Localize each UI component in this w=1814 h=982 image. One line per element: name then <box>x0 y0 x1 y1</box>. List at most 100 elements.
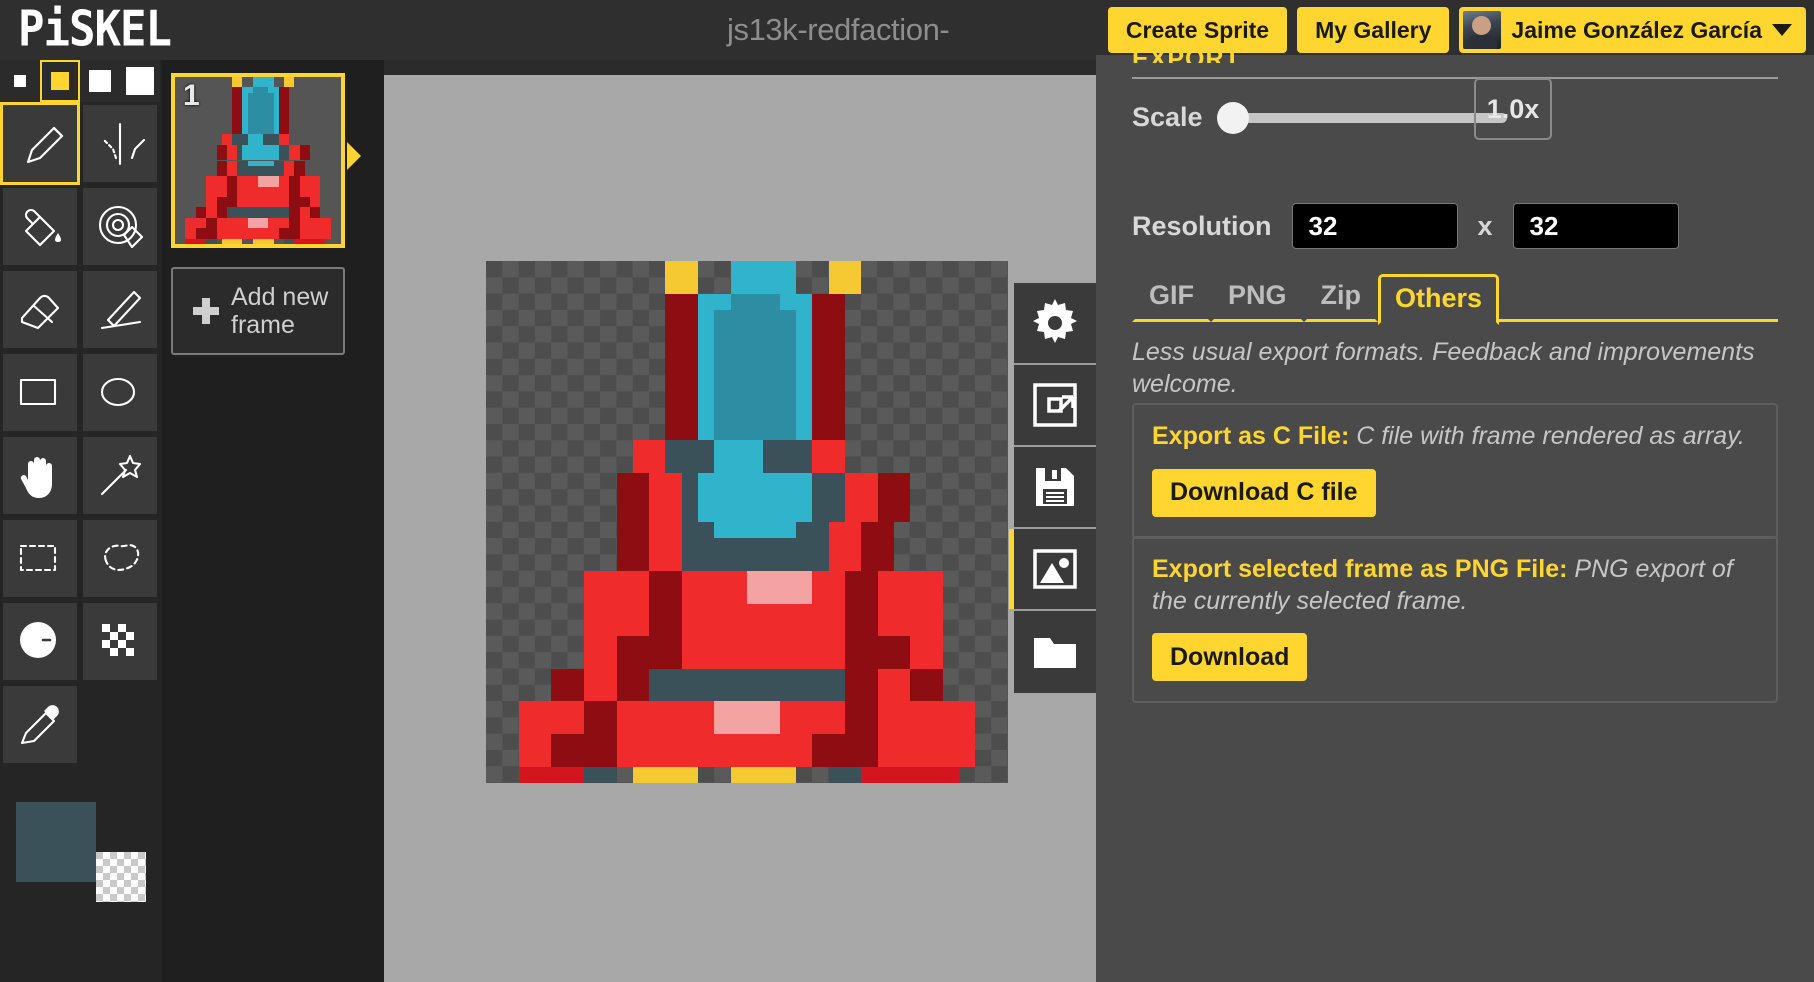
sprite-pixel[interactable] <box>730 522 747 539</box>
sprite-pixel[interactable] <box>910 734 927 751</box>
sprite-pixel[interactable] <box>518 766 535 783</box>
sprite-pixel[interactable] <box>926 603 943 620</box>
lasso-select-tool[interactable] <box>80 517 160 600</box>
sprite-pixel[interactable] <box>877 652 894 669</box>
sprite-pixel[interactable] <box>894 408 910 424</box>
sprite-pixel[interactable] <box>910 685 927 702</box>
sprite-pixel[interactable] <box>779 766 796 783</box>
sprite-pixel[interactable] <box>535 294 551 310</box>
sprite-pixel[interactable] <box>600 685 617 702</box>
sprite-pixel[interactable] <box>486 392 502 408</box>
sprite-pixel[interactable] <box>665 456 682 474</box>
sprite-pixel[interactable] <box>698 554 715 571</box>
sprite-pixel[interactable] <box>600 587 617 604</box>
sprite-pixel[interactable] <box>568 489 584 505</box>
sprite-pixel[interactable] <box>828 440 845 457</box>
sprite-pixel[interactable] <box>992 669 1008 685</box>
sprite-pixel[interactable] <box>893 489 911 506</box>
sprite-pixel[interactable] <box>698 619 715 637</box>
sprite-pixel[interactable] <box>747 293 764 310</box>
sprite-pixel[interactable] <box>584 555 600 571</box>
sprite-pixel[interactable] <box>698 261 714 277</box>
sprite-pixel[interactable] <box>632 766 650 783</box>
sprite-pixel[interactable] <box>894 343 910 359</box>
sprite-pixel[interactable] <box>795 554 813 571</box>
sprite-pixel[interactable] <box>616 701 633 718</box>
scale-slider[interactable] <box>1216 101 1507 134</box>
sprite-pixel[interactable] <box>616 717 633 735</box>
sprite-pixel[interactable] <box>535 555 551 571</box>
sprite-pixel[interactable] <box>992 701 1008 717</box>
sprite-pixel[interactable] <box>632 587 650 604</box>
sprite-pixel[interactable] <box>926 489 942 505</box>
sprite-pixel[interactable] <box>992 457 1008 473</box>
sprite-pixel[interactable] <box>992 571 1008 587</box>
sprite-pixel[interactable] <box>584 408 600 424</box>
sprite-pixel[interactable] <box>845 440 861 456</box>
sprite-pixel[interactable] <box>975 375 991 391</box>
sprite-pixel[interactable] <box>747 538 764 555</box>
sprite-pixel[interactable] <box>828 766 845 783</box>
sprite-pixel[interactable] <box>584 473 600 489</box>
sprite-pixel[interactable] <box>959 522 975 538</box>
sprite-pixel[interactable] <box>959 489 975 505</box>
sprite-pixel[interactable] <box>730 750 747 767</box>
sprite-pixel[interactable] <box>959 555 975 571</box>
sprite-pixel[interactable] <box>959 310 975 326</box>
sprite-pixel[interactable] <box>617 261 633 277</box>
sprite-pixel[interactable] <box>747 277 764 294</box>
sprite-canvas[interactable] <box>486 261 1008 783</box>
sprite-pixel[interactable] <box>812 619 829 637</box>
sprite-pixel[interactable] <box>486 685 502 701</box>
sprite-pixel[interactable] <box>649 766 666 783</box>
sprite-pixel[interactable] <box>600 457 616 473</box>
sprite-pixel[interactable] <box>730 685 747 702</box>
sprite-pixel[interactable] <box>632 717 650 735</box>
sprite-pixel[interactable] <box>535 489 551 505</box>
sprite-pixel[interactable] <box>975 604 991 620</box>
sprite-pixel[interactable] <box>568 424 584 440</box>
sprite-pixel[interactable] <box>992 604 1008 620</box>
sprite-pixel[interactable] <box>551 326 567 342</box>
sprite-pixel[interactable] <box>519 489 535 505</box>
sprite-pixel[interactable] <box>992 734 1008 750</box>
sprite-pixel[interactable] <box>747 261 764 278</box>
sprite-pixel[interactable] <box>747 375 764 392</box>
sprite-pixel[interactable] <box>828 652 845 669</box>
sprite-pixel[interactable] <box>617 767 633 783</box>
sprite-pixel[interactable] <box>763 734 780 751</box>
sprite-pixel[interactable] <box>568 604 584 620</box>
sprite-pixel[interactable] <box>714 685 731 702</box>
sprite-pixel[interactable] <box>861 359 877 375</box>
sprite-pixel[interactable] <box>486 587 502 603</box>
sprite-pixel[interactable] <box>763 391 780 408</box>
sprite-pixel[interactable] <box>926 701 943 718</box>
sprite-pixel[interactable] <box>665 636 682 653</box>
sprite-pixel[interactable] <box>681 391 699 408</box>
sprite-pixel[interactable] <box>910 310 926 326</box>
sprite-pixel[interactable] <box>812 293 829 310</box>
sprite-pixel[interactable] <box>943 424 959 440</box>
sprite-pixel[interactable] <box>551 587 567 603</box>
sprite-pixel[interactable] <box>992 489 1008 505</box>
sprite-pixel[interactable] <box>600 408 616 424</box>
sprite-pixel[interactable] <box>975 620 991 636</box>
sprite-pixel[interactable] <box>535 424 551 440</box>
sprite-pixel[interactable] <box>828 636 845 653</box>
sprite-pixel[interactable] <box>616 489 633 506</box>
sprite-pixel[interactable] <box>600 294 616 310</box>
sprite-pixel[interactable] <box>502 326 518 342</box>
sprite-pixel[interactable] <box>519 277 535 293</box>
sprite-pixel[interactable] <box>535 685 551 701</box>
sprite-pixel[interactable] <box>844 277 862 294</box>
sprite-pixel[interactable] <box>910 522 926 538</box>
sprite-pixel[interactable] <box>730 538 747 555</box>
sprite-pixel[interactable] <box>502 440 518 456</box>
eraser-tool[interactable] <box>0 268 80 351</box>
sprite-pixel[interactable] <box>795 603 813 620</box>
sprite-pixel[interactable] <box>893 570 911 588</box>
sprite-pixel[interactable] <box>975 408 991 424</box>
sprite-pixel[interactable] <box>698 375 715 392</box>
sprite-pixel[interactable] <box>584 424 600 440</box>
sprite-pixel[interactable] <box>861 505 878 522</box>
